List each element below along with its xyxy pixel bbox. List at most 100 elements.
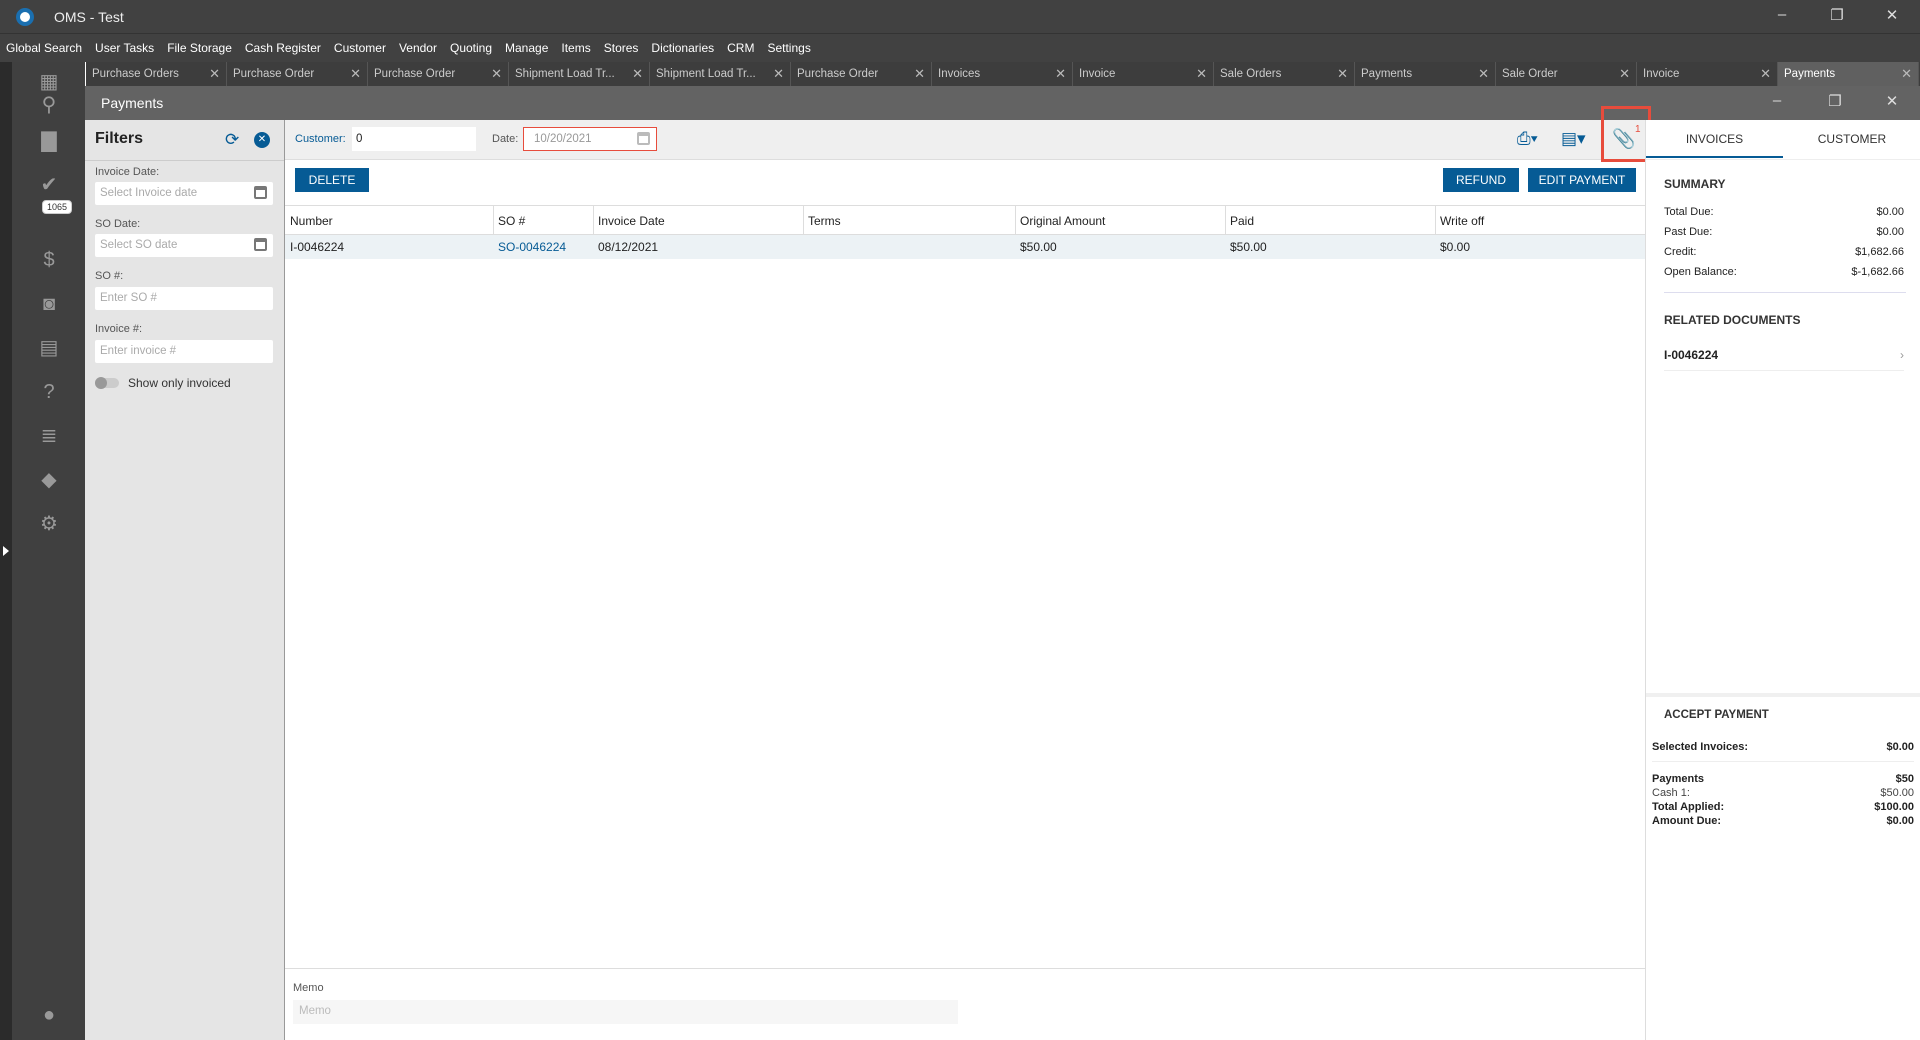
tab-6[interactable]: Invoices ✕ xyxy=(932,62,1073,86)
menu-crm[interactable]: CRM xyxy=(727,41,754,55)
invoice-input[interactable]: Enter invoice # xyxy=(95,340,273,363)
tab-0[interactable]: Purchase Orders ✕ xyxy=(86,62,227,86)
close-tab-icon[interactable]: ✕ xyxy=(1760,66,1771,82)
cell-original-amount: $50.00 xyxy=(1020,240,1057,254)
document-dropdown-icon[interactable]: ▤▾ xyxy=(1561,129,1586,149)
close-tab-icon[interactable]: ✕ xyxy=(491,66,502,82)
menu-file-storage[interactable]: File Storage xyxy=(167,41,232,55)
user-icon[interactable]: ● xyxy=(36,1002,62,1028)
menu-stores[interactable]: Stores xyxy=(604,41,639,55)
close-tab-icon[interactable]: ✕ xyxy=(1619,66,1630,82)
close-button[interactable]: ✕ xyxy=(1872,6,1912,28)
menu-dictionaries[interactable]: Dictionaries xyxy=(651,41,714,55)
table-row[interactable]: I-0046224 SO-0046224 08/12/2021 $50.00 $… xyxy=(285,235,1645,259)
window-minimize-button[interactable]: – xyxy=(1757,92,1797,114)
clipboard-question-icon[interactable]: ? xyxy=(36,379,62,405)
col-paid[interactable]: Paid xyxy=(1225,206,1254,236)
tab-label: Sale Order xyxy=(1502,68,1558,80)
accept-payment-title: ACCEPT PAYMENT xyxy=(1664,709,1769,721)
menu-manage[interactable]: Manage xyxy=(505,41,548,55)
store-icon[interactable]: ▤ xyxy=(36,335,62,361)
menu-vendor[interactable]: Vendor xyxy=(399,41,437,55)
tab-customer[interactable]: CUSTOMER xyxy=(1783,120,1920,158)
close-tab-icon[interactable]: ✕ xyxy=(1196,66,1207,82)
tab-invoices[interactable]: INVOICES xyxy=(1646,120,1783,158)
tab-9[interactable]: Payments ✕ xyxy=(1355,62,1496,86)
restore-button[interactable]: ❐ xyxy=(1817,6,1857,28)
dollar-icon[interactable]: $ xyxy=(36,247,62,273)
close-tab-icon[interactable]: ✕ xyxy=(1337,66,1348,82)
tab-2[interactable]: Purchase Order ✕ xyxy=(368,62,509,86)
attachment-paperclip-icon[interactable]: 📎 xyxy=(1612,127,1636,151)
menu-cash-register[interactable]: Cash Register xyxy=(245,41,321,55)
edit-payment-button[interactable]: EDIT PAYMENT xyxy=(1528,168,1636,192)
col-original-amount[interactable]: Original Amount xyxy=(1015,206,1105,236)
invoice-date-placeholder: Select Invoice date xyxy=(100,187,198,199)
close-tab-icon[interactable]: ✕ xyxy=(1901,66,1912,82)
tab-11[interactable]: Invoice ✕ xyxy=(1637,62,1778,86)
show-only-invoiced-label: Show only invoiced xyxy=(128,376,231,390)
contact-icon[interactable]: ◙ xyxy=(36,291,62,317)
customer-input[interactable]: 0 xyxy=(352,127,476,151)
tab-label: Shipment Load Tr... xyxy=(656,68,756,80)
window-restore-button[interactable]: ❐ xyxy=(1815,92,1855,114)
tab-1[interactable]: Purchase Order ✕ xyxy=(227,62,368,86)
settings-gear-icon[interactable]: ⚙ xyxy=(36,511,62,537)
invoice-date-input[interactable]: Select Invoice date xyxy=(95,182,273,205)
close-tab-icon[interactable]: ✕ xyxy=(1478,66,1489,82)
col-invoice-date[interactable]: Invoice Date xyxy=(593,206,665,236)
delete-button[interactable]: DELETE xyxy=(295,168,369,192)
so-date-input[interactable]: Select SO date xyxy=(95,234,273,257)
toolbar: Customer: 0 Date: 10/20/2021 ⎙▾ ▤▾ 📎 1 xyxy=(285,106,1651,162)
menu-user-tasks[interactable]: User Tasks xyxy=(95,41,154,55)
date-input[interactable]: 10/20/2021 xyxy=(523,127,657,151)
menu-settings[interactable]: Settings xyxy=(767,41,810,55)
tab-8[interactable]: Sale Orders ✕ xyxy=(1214,62,1355,86)
show-only-invoiced-toggle[interactable] xyxy=(95,377,119,389)
tasks-check-icon[interactable]: ✔ xyxy=(36,172,62,198)
close-tab-icon[interactable]: ✕ xyxy=(209,66,220,82)
close-tab-icon[interactable]: ✕ xyxy=(914,66,925,82)
memo-input[interactable]: Memo xyxy=(293,1000,958,1024)
refresh-icon[interactable]: ⟳ xyxy=(225,130,239,150)
close-tab-icon[interactable]: ✕ xyxy=(773,66,784,82)
menu-quoting[interactable]: Quoting xyxy=(450,41,492,55)
tab-5[interactable]: Purchase Order ✕ xyxy=(791,62,932,86)
payments-main: Customer: 0 Date: 10/20/2021 ⎙▾ ▤▾ 📎 1 D… xyxy=(285,106,1651,1040)
folder-icon[interactable]: ▇ xyxy=(36,128,62,154)
col-terms[interactable]: Terms xyxy=(803,206,841,236)
col-number[interactable]: Number xyxy=(285,206,333,236)
close-tab-icon[interactable]: ✕ xyxy=(632,66,643,82)
minimize-button[interactable]: – xyxy=(1762,6,1802,28)
refund-button[interactable]: REFUND xyxy=(1443,168,1519,192)
tab-3[interactable]: Shipment Load Tr... ✕ xyxy=(509,62,650,86)
tab-7[interactable]: Invoice ✕ xyxy=(1073,62,1214,86)
tab-10[interactable]: Sale Order ✕ xyxy=(1496,62,1637,86)
close-tab-icon[interactable]: ✕ xyxy=(350,66,361,82)
col-so[interactable]: SO # xyxy=(493,206,525,236)
tag-icon[interactable]: ◆ xyxy=(36,467,62,493)
calendar-icon[interactable] xyxy=(637,132,650,145)
menu-customer[interactable]: Customer xyxy=(334,41,386,55)
tasks-badge: 1065 xyxy=(42,200,73,214)
col-write-off[interactable]: Write off xyxy=(1435,206,1484,236)
clipboard-list-icon[interactable]: ≣ xyxy=(36,423,62,449)
print-dropdown-icon[interactable]: ⎙▾ xyxy=(1517,129,1538,149)
menu-items[interactable]: Items xyxy=(561,41,590,55)
so-input[interactable]: Enter SO # xyxy=(95,287,273,310)
calendar-icon[interactable] xyxy=(254,186,267,199)
search-icon[interactable]: ⚲ xyxy=(36,92,62,118)
related-document-item[interactable]: I-0046224 › xyxy=(1664,348,1904,371)
cell-terms xyxy=(803,235,808,259)
clear-filters-icon[interactable]: ✕ xyxy=(254,132,270,148)
menu-global-search[interactable]: Global Search xyxy=(6,41,82,55)
sidebar-collapse-strip[interactable] xyxy=(0,62,12,1040)
tab-4[interactable]: Shipment Load Tr... ✕ xyxy=(650,62,791,86)
close-tab-icon[interactable]: ✕ xyxy=(1055,66,1066,82)
expand-arrow-icon[interactable] xyxy=(3,546,9,556)
tab-label: Purchase Order xyxy=(233,68,315,80)
calendar-icon[interactable] xyxy=(254,238,267,251)
cell-so-link[interactable]: SO-0046224 xyxy=(493,235,566,259)
window-close-button[interactable]: ✕ xyxy=(1872,92,1912,114)
tab-12[interactable]: Payments ✕ xyxy=(1778,62,1919,86)
